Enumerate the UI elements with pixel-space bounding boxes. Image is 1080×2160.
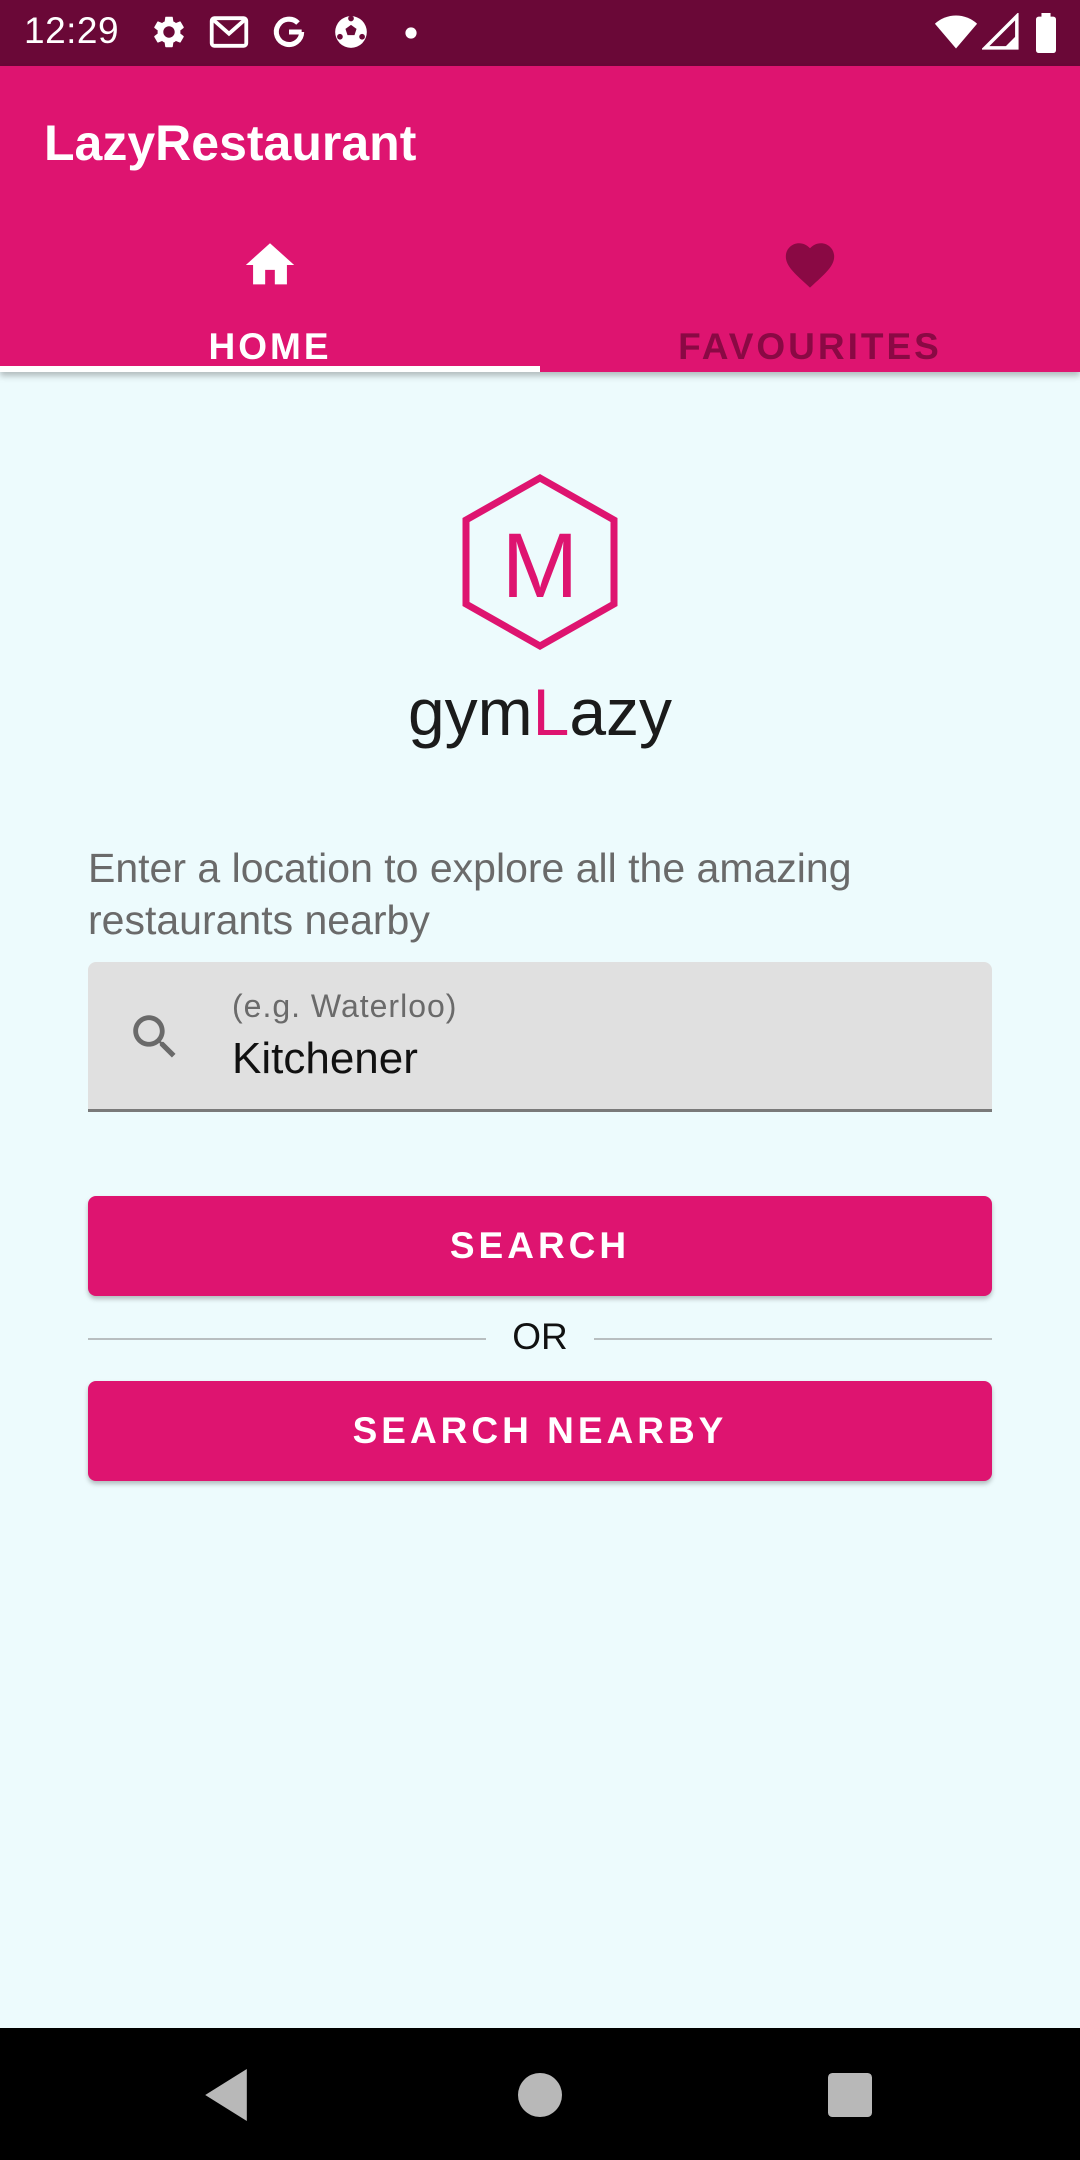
logo-text-suffix: azy — [569, 675, 672, 749]
search-field-hint: (e.g. Waterloo) — [232, 988, 458, 1024]
search-nearby-button[interactable]: SEARCH NEARBY — [88, 1381, 992, 1481]
system-nav-bar — [0, 2028, 1080, 2160]
gymlazy-logo: M gymLazy — [408, 473, 672, 749]
home-circle-icon[interactable] — [518, 2066, 562, 2124]
search-input[interactable]: Kitchener — [232, 1034, 418, 1084]
back-icon[interactable] — [200, 2066, 252, 2124]
logo-text-prefix: gym — [408, 675, 533, 749]
divider-left — [88, 1338, 486, 1340]
heart-icon — [785, 243, 835, 288]
recents-icon[interactable] — [828, 2066, 872, 2124]
search-icon — [133, 1015, 176, 1058]
status-bar: 12:29 — [0, 0, 1080, 66]
search-button[interactable]: SEARCH — [88, 1196, 992, 1296]
soccer-ball-icon — [335, 15, 367, 48]
notification-dot-icon — [405, 27, 417, 39]
gmail-icon — [209, 16, 249, 48]
divider-right — [594, 1338, 992, 1340]
location-prompt: Enter a location to explore all the amaz… — [88, 845, 852, 943]
logo-letter: M — [502, 515, 579, 617]
logo-text-highlight: L — [533, 675, 570, 749]
app-bar: LazyRestaurant HOME FAVOURITES — [0, 66, 1080, 372]
tab-favourites[interactable]: FAVOURITES — [540, 228, 1080, 372]
app-title: LazyRestaurant — [44, 115, 417, 171]
svg-text:gymLazy: gymLazy — [408, 675, 672, 749]
or-label: OR — [512, 1316, 568, 1357]
settings-icon — [154, 16, 184, 48]
home-icon — [245, 243, 295, 285]
tab-home[interactable]: HOME — [0, 228, 540, 372]
tab-selected-indicator — [0, 366, 540, 372]
signal-icon — [982, 13, 1019, 50]
battery-icon — [1036, 13, 1056, 53]
location-search-field[interactable]: (e.g. Waterloo) Kitchener — [88, 962, 992, 1112]
google-icon — [273, 16, 305, 48]
tab-favourites-label: FAVOURITES — [678, 326, 942, 367]
status-time: 12:29 — [24, 10, 120, 51]
tab-home-label: HOME — [208, 326, 332, 367]
wifi-icon — [934, 15, 978, 49]
